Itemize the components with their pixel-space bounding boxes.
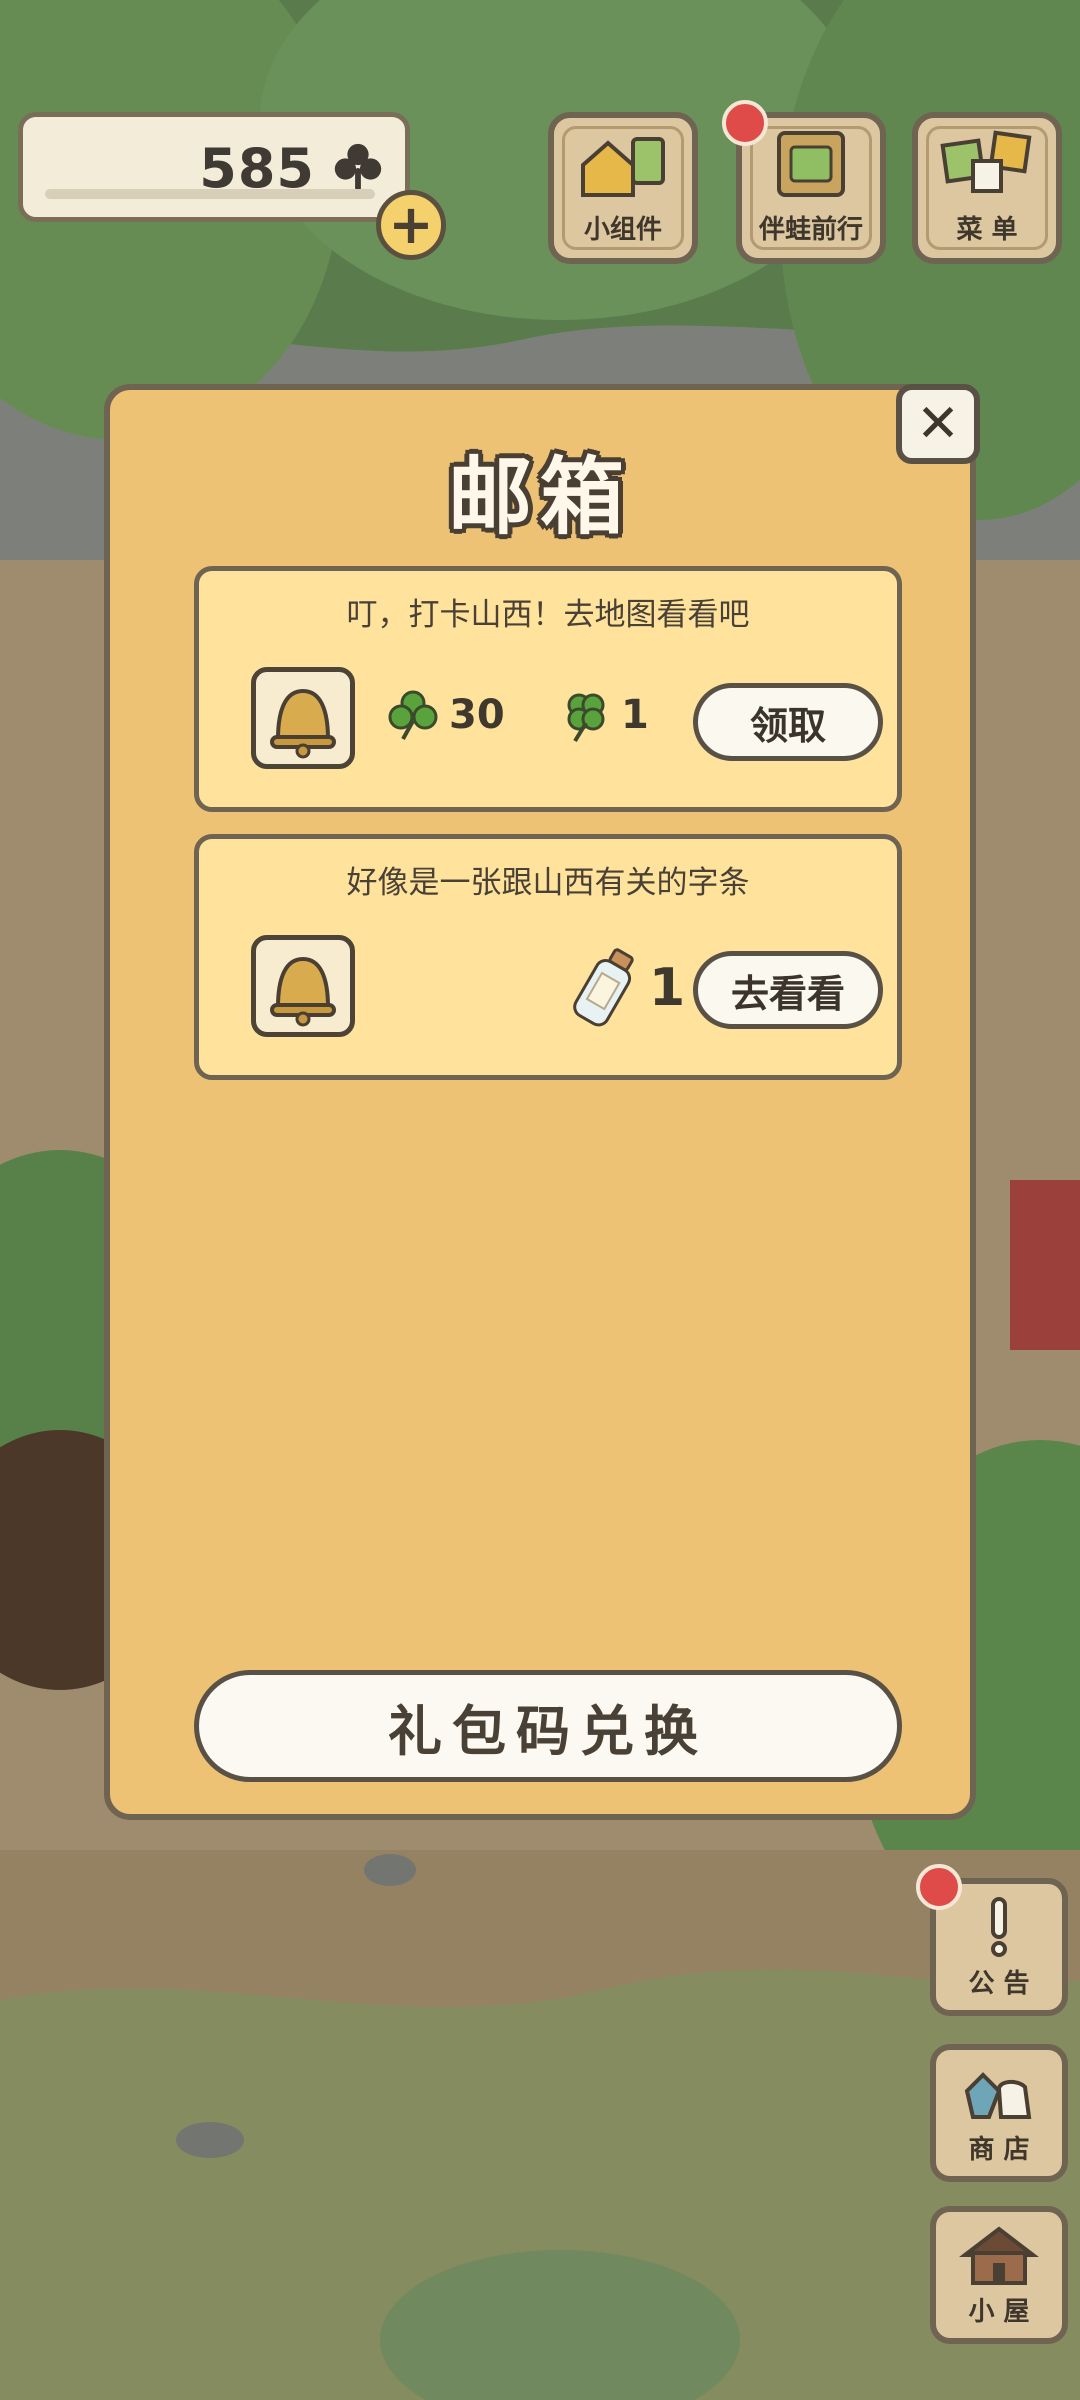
mailbox-dialog: 邮箱 叮，打卡山西！去地图看看吧 30 1 领取 好像是一张跟山西有关的字条 1… xyxy=(104,384,976,1820)
message-bottle-icon xyxy=(573,948,634,1027)
counter-underline xyxy=(45,189,375,199)
reward-clover: 30 xyxy=(385,687,505,743)
shop-label: 商 店 xyxy=(968,2135,1030,2165)
sender-avatar xyxy=(251,667,355,769)
shop-icon xyxy=(964,2072,1032,2119)
clover-counter: 585 xyxy=(18,112,410,222)
frog-companion-icon xyxy=(777,131,845,197)
house-icon xyxy=(959,2226,1039,2285)
house-label: 小 屋 xyxy=(968,2297,1030,2327)
sender-avatar xyxy=(251,935,355,1037)
bell-icon xyxy=(270,956,336,1027)
plus-icon: + xyxy=(388,193,434,256)
close-icon: ✕ xyxy=(916,394,960,454)
menu-button[interactable]: 菜 单 xyxy=(912,112,1062,264)
mail-message-text: 好像是一张跟山西有关的字条 xyxy=(346,865,750,901)
close-button[interactable]: ✕ xyxy=(896,384,980,464)
notification-dot xyxy=(916,1864,962,1910)
mailbox-title: 邮箱 xyxy=(447,448,632,546)
widget-button[interactable]: 小组件 xyxy=(548,112,698,264)
widget-icon xyxy=(581,137,665,197)
reward-quantity: 30 xyxy=(449,692,505,738)
mail-message-text: 叮，打卡山西！去地图看看吧 xyxy=(346,597,750,633)
claim-button[interactable]: 领取 xyxy=(693,683,883,761)
view-button[interactable]: 去看看 xyxy=(693,951,883,1029)
reward-quantity: 1 xyxy=(649,958,686,1018)
redeem-gift-code-button[interactable]: 礼包码兑换 xyxy=(194,1670,902,1782)
four-leaf-clover-icon xyxy=(567,693,605,743)
notification-dot xyxy=(722,100,768,146)
reward-four-leaf-clover: 1 xyxy=(557,687,649,743)
announcement-label: 公 告 xyxy=(968,1969,1030,1999)
mail-item: 好像是一张跟山西有关的字条 1 去看看 xyxy=(194,834,902,1080)
menu-label: 菜 单 xyxy=(956,215,1018,245)
house-button[interactable]: 小 屋 xyxy=(930,2206,1068,2344)
bell-icon xyxy=(270,688,336,759)
shop-button[interactable]: 商 店 xyxy=(930,2044,1068,2182)
reward-message-bottle: 1 xyxy=(571,943,685,1033)
clover-icon xyxy=(388,690,438,740)
widget-label: 小组件 xyxy=(583,215,662,245)
add-clover-button[interactable]: + xyxy=(376,190,446,260)
announcement-icon xyxy=(991,1897,1007,1957)
menu-icon xyxy=(940,130,1032,193)
mail-item: 叮，打卡山西！去地图看看吧 30 1 领取 xyxy=(194,566,902,812)
frog-companion-label: 伴蛙前行 xyxy=(758,215,863,245)
reward-quantity: 1 xyxy=(621,692,649,738)
